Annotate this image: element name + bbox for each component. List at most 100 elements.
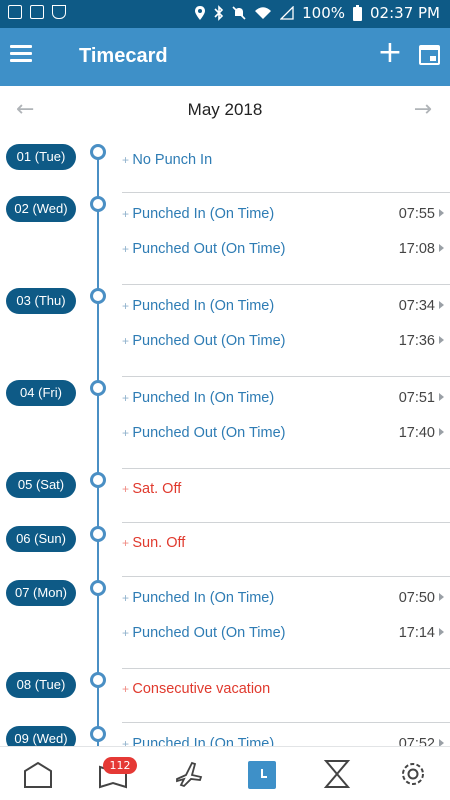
bluetooth-icon: [214, 5, 224, 21]
date-pill: 06 (Sun): [6, 526, 76, 552]
date-pill: 02 (Wed): [6, 196, 76, 222]
mute-icon: [232, 6, 246, 20]
entry-time: 17:36: [398, 333, 435, 349]
timeline-line: [97, 148, 99, 746]
arrow-right-icon[interactable]: →: [414, 99, 432, 121]
timecard-entry[interactable]: Punched Out (On Time) 17:14: [122, 619, 444, 649]
entry-label: Sun. Off: [122, 535, 185, 551]
chevron-right-icon: [439, 209, 444, 217]
divider: [122, 284, 450, 285]
plus-icon[interactable]: +: [377, 38, 403, 68]
battery-percent: 100%: [302, 4, 346, 22]
timecard-entry[interactable]: Punched In (On Time) 07:52: [122, 730, 444, 746]
status-bar: 100% 02:37 PM: [0, 0, 450, 28]
entry-label: Punched Out (On Time): [122, 241, 285, 257]
menu-icon[interactable]: [10, 45, 32, 63]
entry-time: 07:50: [398, 590, 435, 606]
chevron-right-icon: [439, 244, 444, 252]
divider: [122, 722, 450, 723]
notification-icons: [8, 5, 66, 19]
page-title: Timecard: [79, 45, 168, 67]
entry-time: 17:40: [398, 425, 435, 441]
date-pill: 07 (Mon): [6, 580, 76, 606]
timeline-dot: [90, 288, 106, 304]
app-bar: Timecard +: [0, 28, 450, 86]
entry-label: Punched Out (On Time): [122, 625, 285, 641]
timeline-dot: [90, 672, 106, 688]
timecard-entry[interactable]: Consecutive vacation: [122, 675, 444, 705]
battery-icon: [353, 5, 363, 21]
timecard-entry[interactable]: Punched Out (On Time) 17:40: [122, 419, 444, 449]
bottom-navigation: 112: [0, 746, 450, 800]
month-label: May 2018: [187, 100, 263, 119]
settings-icon[interactable]: [396, 757, 430, 791]
hourglass-icon[interactable]: [320, 757, 354, 791]
timecard-list: 01 (Tue) No Punch In 02 (Wed) Punched In…: [0, 136, 450, 746]
system-status: 100% 02:37 PM: [194, 4, 440, 22]
chevron-right-icon: [439, 739, 444, 746]
entry-time: 07:52: [398, 736, 435, 746]
divider: [122, 576, 450, 577]
divider: [122, 668, 450, 669]
entry-label: Punched In (On Time): [122, 390, 274, 406]
entry-label: Punched In (On Time): [122, 298, 274, 314]
travel-icon[interactable]: [172, 757, 206, 791]
date-pill: 09 (Wed): [6, 726, 76, 746]
timeline-dot: [90, 580, 106, 596]
entry-label: No Punch In: [122, 152, 212, 168]
timecard-entry[interactable]: Punched Out (On Time) 17:36: [122, 327, 444, 357]
image-notification-icon: [8, 5, 22, 19]
chevron-right-icon: [439, 628, 444, 636]
timeline-dot: [90, 472, 106, 488]
app-notification-icon: [52, 5, 66, 19]
chevron-right-icon: [439, 336, 444, 344]
timecard-entry[interactable]: Punched In (On Time) 07:55: [122, 200, 444, 230]
date-pill: 04 (Fri): [6, 380, 76, 406]
wifi-icon: [255, 7, 272, 19]
entry-time: 07:51: [398, 390, 435, 406]
entry-label: Punched In (On Time): [122, 206, 274, 222]
notification-badge: 112: [103, 757, 137, 774]
home-icon[interactable]: [21, 757, 55, 791]
divider: [122, 468, 450, 469]
timecard-entry[interactable]: No Punch In: [122, 146, 444, 176]
divider: [122, 192, 450, 193]
timecard-entry[interactable]: Punched In (On Time) 07:51: [122, 384, 444, 414]
entry-time: 17:14: [398, 625, 435, 641]
entry-time: 17:08: [398, 241, 435, 257]
signal-icon: [280, 6, 294, 20]
timeline-dot: [90, 196, 106, 212]
timeline-dot: [90, 726, 106, 742]
entry-label: Sat. Off: [122, 481, 181, 497]
divider: [122, 522, 450, 523]
divider: [122, 376, 450, 377]
timeline-dot: [90, 526, 106, 542]
timecard-entry[interactable]: Punched In (On Time) 07:34: [122, 292, 444, 322]
timeline-dot: [90, 144, 106, 160]
entry-label: Punched In (On Time): [122, 736, 274, 746]
entry-label: Punched Out (On Time): [122, 425, 285, 441]
entry-label: Punched Out (On Time): [122, 333, 285, 349]
timecard-entry[interactable]: Sat. Off: [122, 475, 444, 505]
timecard-icon[interactable]: [248, 761, 276, 789]
location-icon: [195, 6, 206, 20]
clock: 02:37 PM: [370, 4, 440, 22]
date-pill: 03 (Thu): [6, 288, 76, 314]
chevron-right-icon: [439, 593, 444, 601]
month-navigation: ← May 2018 →: [0, 86, 450, 136]
entry-label: Consecutive vacation: [122, 681, 270, 697]
timeline-dot: [90, 380, 106, 396]
document-notification-icon: [30, 5, 44, 19]
date-pill: 05 (Sat): [6, 472, 76, 498]
chevron-right-icon: [439, 393, 444, 401]
chevron-right-icon: [439, 301, 444, 309]
calendar-icon[interactable]: [419, 45, 440, 65]
entry-label: Punched In (On Time): [122, 590, 274, 606]
date-pill: 01 (Tue): [6, 144, 76, 170]
entry-time: 07:55: [398, 206, 435, 222]
timecard-entry[interactable]: Punched Out (On Time) 17:08: [122, 235, 444, 265]
timecard-entry[interactable]: Punched In (On Time) 07:50: [122, 584, 444, 614]
entry-time: 07:34: [398, 298, 435, 314]
timecard-entry[interactable]: Sun. Off: [122, 529, 444, 559]
date-pill: 08 (Tue): [6, 672, 76, 698]
